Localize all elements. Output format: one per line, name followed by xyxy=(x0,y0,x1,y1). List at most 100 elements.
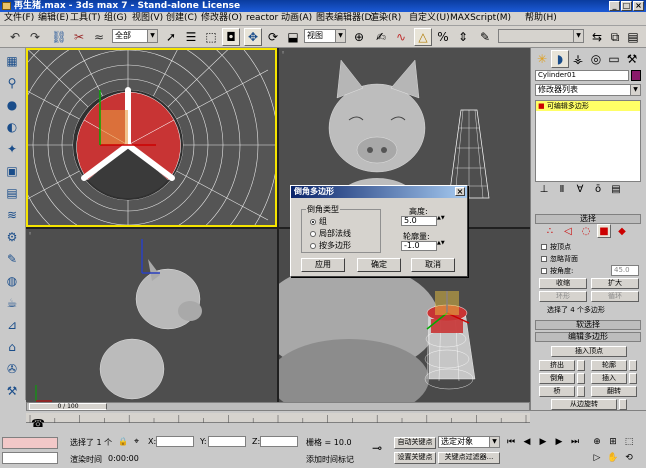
remove-modifier-icon[interactable]: ō xyxy=(591,182,605,196)
hierarchy-tab-icon[interactable]: ⚶ xyxy=(569,50,587,68)
close-button[interactable]: × xyxy=(633,1,644,11)
menu-maxscript[interactable]: MAXScript(M) xyxy=(450,13,511,24)
element-mode-icon[interactable]: ◆ xyxy=(615,224,629,238)
lock-selection-icon[interactable]: 🔒 xyxy=(118,437,128,446)
motion-icon[interactable]: ✇ xyxy=(3,360,21,378)
x-coord-field[interactable] xyxy=(156,436,194,447)
add-time-tag[interactable]: 添加时间标记 xyxy=(306,454,354,465)
camera-icon[interactable]: ▣ xyxy=(3,162,21,180)
named-selection-sets-dropdown[interactable]: ▼ xyxy=(498,29,584,43)
menu-customize[interactable]: 自定义(U) xyxy=(409,13,450,24)
polygon-mode-icon[interactable]: ■ xyxy=(597,224,611,238)
apply-button[interactable]: 应用 xyxy=(301,258,345,272)
angle-snap-icon[interactable]: △ xyxy=(414,28,432,46)
helper-icon[interactable]: ▤ xyxy=(3,184,21,202)
maxscript-mini-listener[interactable] xyxy=(2,437,58,449)
reference-coord-dropdown[interactable]: 视图 ▼ xyxy=(304,29,346,43)
flip-button[interactable]: 翻转 xyxy=(591,386,637,397)
maxscript-listener-icon[interactable]: ☎ xyxy=(30,415,46,431)
undo-icon[interactable]: ↶ xyxy=(6,28,24,46)
select-object-icon[interactable]: ➚ xyxy=(162,28,180,46)
select-and-move-icon[interactable]: ✥ xyxy=(244,28,262,46)
display-tab-icon[interactable]: ▭ xyxy=(605,50,623,68)
material-icon[interactable]: ◍ xyxy=(3,272,21,290)
field-of-view-icon[interactable]: ▷ xyxy=(590,451,604,465)
hierarchy-icon[interactable]: ⌂ xyxy=(3,338,21,356)
object-color-swatch[interactable] xyxy=(631,70,641,81)
unlink-icon[interactable]: ✂ xyxy=(70,28,88,46)
outline-spinner[interactable]: -1.0 ▲▼ xyxy=(401,241,445,251)
track-bar[interactable] xyxy=(26,413,530,423)
play-icon[interactable]: ▶ xyxy=(536,435,550,449)
absolute-mode-icon[interactable]: ⌖ xyxy=(134,437,139,447)
by-angle-checkbox[interactable]: 按角度: xyxy=(541,266,573,276)
go-to-start-icon[interactable]: ⏮ xyxy=(504,435,518,449)
edit-polygons-rollout-header[interactable]: 编辑多边形 xyxy=(535,332,641,342)
soft-selection-rollout-header[interactable]: 软选择 xyxy=(535,320,641,330)
dialog-close-button[interactable]: × xyxy=(455,187,465,196)
minimize-button[interactable]: _ xyxy=(609,1,620,11)
render-icon[interactable]: ☕ xyxy=(3,294,21,312)
sphere-icon[interactable]: ● xyxy=(3,96,21,114)
utilities-icon[interactable]: ⚒ xyxy=(3,382,21,400)
modifier-list-dropdown[interactable]: 修改器列表 ▼ xyxy=(535,84,641,96)
select-and-rotate-icon[interactable]: ⟳ xyxy=(264,28,282,46)
layer-manager-icon[interactable]: ▤ xyxy=(624,28,642,46)
ok-button[interactable]: 确定 xyxy=(357,258,401,272)
menu-graph-editors[interactable]: 图表编辑器(D) xyxy=(316,13,375,24)
arc-rotate-icon[interactable]: ⟲ xyxy=(622,451,636,465)
border-mode-icon[interactable]: ◌ xyxy=(579,224,593,238)
object-paint-icon[interactable]: ▦ xyxy=(3,52,21,70)
zoom-icon[interactable]: ⊕ xyxy=(590,435,604,449)
shape-icon[interactable]: ✎ xyxy=(3,250,21,268)
key-mode-dropdown[interactable]: 选定对象 ▼ xyxy=(438,436,500,448)
time-slider[interactable]: 0 / 100 xyxy=(26,402,530,411)
menu-animation[interactable]: 动画(A) xyxy=(281,13,312,24)
bind-to-space-warp-icon[interactable]: ≈ xyxy=(90,28,108,46)
redo-icon[interactable]: ↷ xyxy=(26,28,44,46)
insert-vertex-button[interactable]: 插入顶点 xyxy=(551,346,627,357)
menu-edit[interactable]: 编辑(E) xyxy=(38,13,69,24)
named-selection-icon[interactable]: ✎ xyxy=(476,28,494,46)
modify-tab-icon[interactable]: ◗ xyxy=(551,50,569,68)
mirror-icon[interactable]: ⇆ xyxy=(588,28,606,46)
utilities-tab-icon[interactable]: ⚒ xyxy=(623,50,641,68)
select-and-scale-icon[interactable]: ⬓ xyxy=(284,28,302,46)
window-crossing-icon[interactable]: ◘ xyxy=(222,28,240,46)
inset-button[interactable]: 插入 xyxy=(591,373,627,384)
next-frame-icon[interactable]: ▶ xyxy=(552,435,566,449)
key-icon[interactable]: ⊸ xyxy=(372,441,382,455)
angle-field[interactable]: 45.0 xyxy=(611,265,639,276)
hinge-settings-button[interactable] xyxy=(619,399,627,410)
spinner-arrows-icon[interactable]: ▲▼ xyxy=(437,216,445,226)
extrude-settings-button[interactable] xyxy=(577,360,585,371)
set-key-button[interactable]: 设置关键点 xyxy=(394,452,436,464)
measure-icon[interactable]: ⊿ xyxy=(3,316,21,334)
inset-settings-button[interactable] xyxy=(629,373,637,384)
extrude-button[interactable]: 挤出 xyxy=(539,360,575,371)
zoom-all-icon[interactable]: ⊞ xyxy=(606,435,620,449)
shrink-button[interactable]: 收缩 xyxy=(539,278,587,289)
by-vertex-checkbox[interactable]: 按顶点 xyxy=(541,242,571,252)
configure-modifier-sets-icon[interactable]: ▤ xyxy=(609,182,623,196)
select-and-manipulate-icon[interactable]: ✍ xyxy=(372,28,390,46)
maximize-button[interactable]: □ xyxy=(621,1,632,11)
select-by-name-icon[interactable]: ☰ xyxy=(182,28,200,46)
previous-frame-icon[interactable]: ◀ xyxy=(520,435,534,449)
viewport-top[interactable] xyxy=(26,48,277,227)
pan-icon[interactable]: ✋ xyxy=(606,451,620,465)
auto-key-button[interactable]: 自动关键点 xyxy=(394,437,436,449)
radio-by-polygon[interactable]: 按多边形 xyxy=(310,240,351,251)
y-coord-field[interactable] xyxy=(208,436,246,447)
light-icon[interactable]: ✦ xyxy=(3,140,21,158)
time-slider-thumb[interactable]: 0 / 100 xyxy=(29,403,107,410)
menu-create[interactable]: 创建(C) xyxy=(166,13,197,24)
go-to-end-icon[interactable]: ⏭ xyxy=(568,435,582,449)
space-warp-icon[interactable]: ≋ xyxy=(3,206,21,224)
ring-button[interactable]: 环形 xyxy=(539,291,587,302)
percent-snap-icon[interactable]: % xyxy=(434,28,452,46)
link-icon[interactable]: ⚲ xyxy=(3,74,21,92)
align-icon[interactable]: ⧉ xyxy=(606,28,624,46)
pivot-center-icon[interactable]: ⊕ xyxy=(350,28,368,46)
bevel-button[interactable]: 倒角 xyxy=(539,373,575,384)
